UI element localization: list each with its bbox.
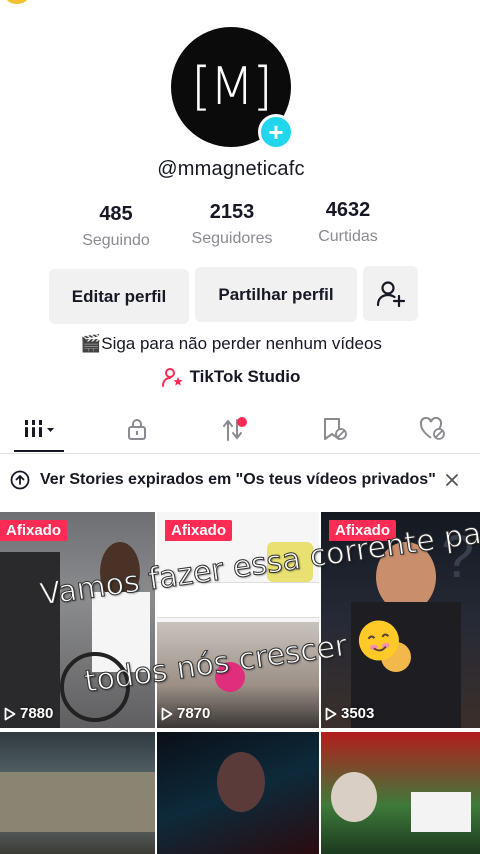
- tiktok-studio-link[interactable]: TikTok Studio: [0, 367, 462, 387]
- share-profile-button[interactable]: Partilhar perfil: [195, 267, 357, 322]
- edit-profile-button[interactable]: Editar perfil: [49, 269, 189, 324]
- tab-videos[interactable]: [14, 404, 64, 454]
- share-profile-label: Partilhar perfil: [218, 284, 334, 304]
- video-thumbnail-5[interactable]: [157, 732, 319, 854]
- close-icon[interactable]: [445, 473, 459, 487]
- video-thumbnail-6[interactable]: [321, 732, 480, 854]
- cloud-upload-icon: [10, 470, 30, 490]
- play-icon: [161, 707, 173, 720]
- play-icon: [4, 707, 16, 720]
- video-thumbnail-1[interactable]: Afixado 7880: [0, 512, 155, 728]
- thumb-building: [0, 772, 155, 832]
- videos-grid-icon: [25, 420, 54, 437]
- video-thumbnail-4[interactable]: [0, 732, 155, 854]
- avatar-text: [M]: [191, 57, 272, 117]
- tab-private[interactable]: [112, 404, 162, 454]
- view-count: 7880: [4, 705, 53, 722]
- profile-bio: 🎬Siga para não perder nenhum vídeos: [80, 334, 382, 353]
- stat-followers[interactable]: 2153 Seguidores: [172, 201, 292, 248]
- pinned-badge: Afixado: [0, 520, 68, 541]
- active-tab-indicator: [14, 450, 64, 452]
- pinned-badge: Afixado: [165, 520, 233, 541]
- lock-icon: [128, 419, 146, 440]
- profile-tabs: [0, 404, 480, 454]
- stat-likes-label: Curtidas: [318, 228, 378, 245]
- add-story-plus-icon[interactable]: +: [258, 114, 294, 150]
- bookmark-hidden-icon: [324, 418, 347, 440]
- view-count: 7870: [161, 705, 210, 722]
- play-icon: [325, 707, 337, 720]
- add-friends-button[interactable]: [363, 266, 418, 321]
- repost-arrows-icon: [223, 417, 247, 441]
- stat-followers-label: Seguidores: [191, 230, 273, 247]
- tab-favorites[interactable]: [310, 404, 360, 454]
- edit-profile-label: Editar perfil: [71, 286, 167, 306]
- thumb-face: [331, 772, 377, 822]
- tab-liked[interactable]: [408, 404, 458, 454]
- expired-stories-banner[interactable]: Ver Stories expirados em "Os teus vídeos…: [0, 462, 480, 498]
- username: @mmagneticafc: [157, 158, 305, 180]
- expired-stories-text: Ver Stories expirados em "Os teus vídeos…: [40, 471, 436, 488]
- smiling-emoji-icon: [356, 617, 402, 664]
- heart-hidden-icon: [419, 416, 445, 440]
- view-count-value: 7880: [20, 705, 54, 722]
- partial-sticker: [6, 0, 28, 4]
- view-count-value: 3503: [341, 705, 375, 722]
- thumb-face: [217, 752, 265, 812]
- stat-likes-value: 4632: [325, 199, 371, 221]
- view-count: 3503: [325, 705, 374, 722]
- studio-label: TikTok Studio: [189, 367, 301, 386]
- tab-reposts[interactable]: [210, 404, 260, 454]
- view-count-value: 7870: [177, 705, 211, 722]
- studio-person-icon: [161, 368, 183, 387]
- stat-followers-value: 2153: [209, 201, 255, 223]
- avatar-monogram: [M]: [191, 57, 272, 117]
- add-person-icon: [376, 280, 405, 307]
- tabs-divider: [0, 453, 480, 454]
- stat-following-value: 485: [99, 203, 133, 225]
- thumb-board: [411, 792, 471, 832]
- stat-following[interactable]: 485 Seguindo: [56, 203, 176, 250]
- stat-following-label: Seguindo: [82, 232, 150, 249]
- stat-likes[interactable]: 4632 Curtidas: [288, 199, 408, 246]
